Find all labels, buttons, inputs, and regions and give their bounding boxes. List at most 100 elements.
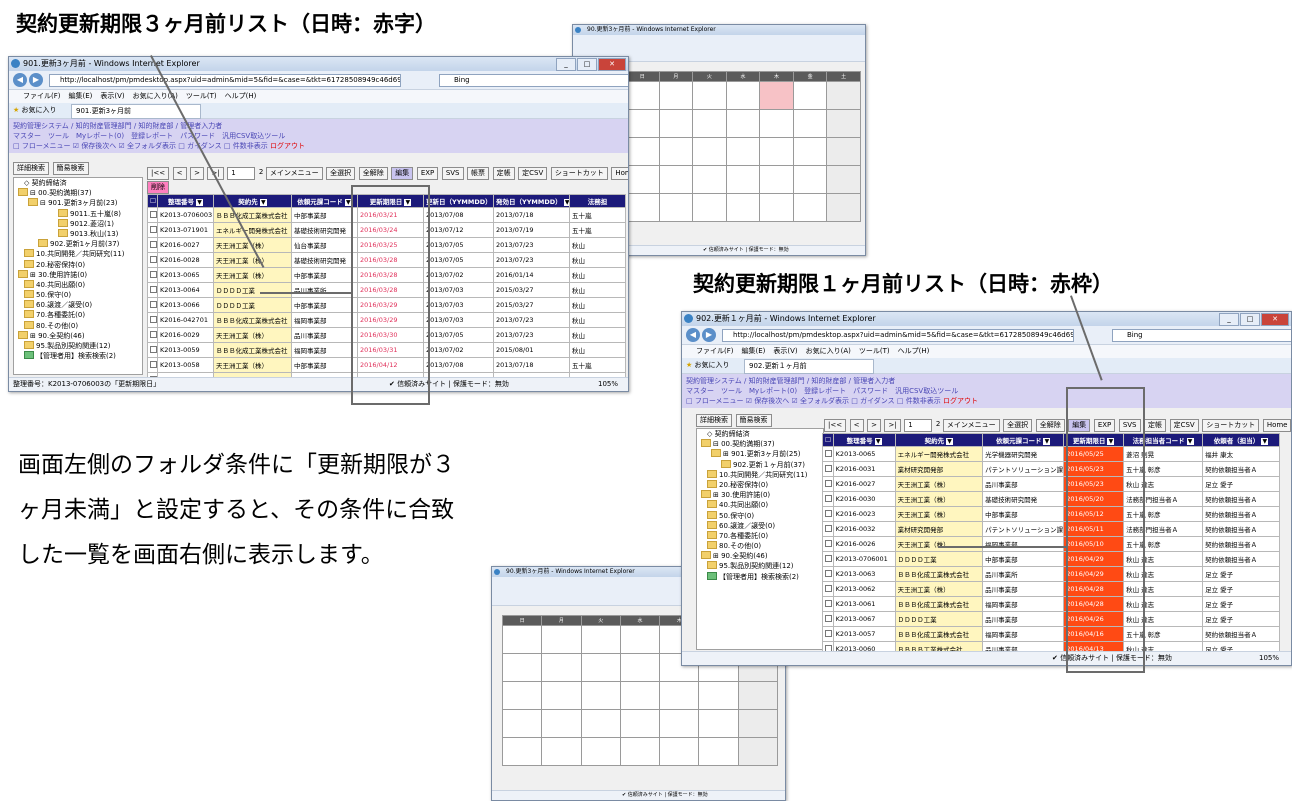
back-icon[interactable]: ◀ [13,73,27,87]
search-field[interactable]: Bing [439,74,628,87]
table-row[interactable]: K2013-0067 ＤＤＤＤ工業 品川事業部 2016/04/26 秋山 達志 足立 愛… [822,611,1280,627]
edit-button[interactable]: 編集 [391,167,414,180]
column-header[interactable]: 発効日（YYMMDD） ▼ [493,194,570,208]
tree-node[interactable]: 902.更新１ヶ月前(37) [733,461,805,469]
deselect-all-button[interactable]: 全解除 [358,167,388,180]
svs-button[interactable]: SVS [441,167,464,180]
table-row[interactable]: K2013-0061 ＢＢＢ化成工業株式会社 福岡事業部 2016/04/28 秋山 達… [822,596,1280,612]
row-checkbox[interactable] [822,611,834,627]
table-row[interactable]: K2016-0026 天王洲工業（株） 福岡事業部 2016/05/10 五十嵐 彰彦契… [822,536,1280,552]
shortcut-button[interactable]: ショートカット [1202,419,1260,432]
menu-help[interactable]: ヘルプ(H) [225,90,257,103]
detail-search-tab[interactable]: 詳細検索 [696,414,732,427]
back-icon[interactable]: ◀ [686,328,700,342]
page-prev-button[interactable]: < [849,419,864,432]
tree-node[interactable]: 9013.秋山(13) [70,230,118,238]
row-checkbox[interactable] [822,536,834,552]
fixed-csv-button[interactable]: 定CSV [1169,419,1199,432]
menu-tools[interactable]: ツール(T) [859,345,890,358]
tree-node[interactable]: 20.秘密保持(0) [36,261,85,269]
row-checkbox[interactable] [147,252,158,268]
row-checkbox[interactable] [147,207,158,223]
report-button[interactable]: 帳票 [467,167,490,180]
row-checkbox[interactable] [822,566,834,582]
row-checkbox[interactable] [822,596,834,612]
table-row[interactable]: K2016-0032 業材研究開発部 パテントソリューション課 2016/05/11 法… [822,521,1280,537]
calendar-cell-highlight[interactable] [759,81,794,110]
tree-node[interactable]: 10.共同開発／共同研究(11) [36,250,125,258]
tree-node[interactable]: 60.譲渡／譲受(0) [36,301,92,309]
row-checkbox[interactable] [147,342,158,358]
tree-node[interactable]: ⊞ 901.更新3ヶ月前(25) [723,450,801,458]
app-menu-links[interactable]: マスター ツール Myレポート(0) 登録レポート パスワード 汎用CSV取込ツ… [686,386,1287,396]
browser-tab[interactable]: 902.更新１ヶ月前 [744,359,874,374]
page-prev-button[interactable]: < [172,167,187,180]
table-row[interactable]: K2013-0706001 ＤＤＤＤ工業 中部事業部 2016/04/29 秋山 達志契… [822,551,1280,567]
row-checkbox[interactable] [822,626,834,642]
tree-node[interactable]: ⊞ 30.使用許諾(0) [713,491,770,499]
page-last-button[interactable]: >| [884,419,901,432]
row-checkbox[interactable] [147,267,158,283]
tree-node[interactable]: 902.更新1ヶ月前(37) [50,240,119,248]
simple-search-tab[interactable]: 簡易検索 [52,162,89,175]
tree-node[interactable]: ⊞ 30.使用許諾(0) [30,271,87,279]
row-checkbox[interactable] [822,446,834,462]
option-checkboxes[interactable]: □ フローメニュー ☑ 保存後次へ ☑ 全フォルダ表示 □ ガイダンス □ 件数… [13,142,268,150]
tree-node[interactable]: ⊟ 00.契約満期(37) [30,189,92,197]
menu-edit[interactable]: 編集(E) [742,345,766,358]
tree-node[interactable]: 9012.菱沼(1) [70,220,114,228]
detail-search-tab[interactable]: 詳細検索 [13,162,49,175]
row-checkbox[interactable] [822,476,834,492]
tree-node[interactable]: 10.共同開発／共同研究(11) [719,471,808,479]
column-header[interactable]: 依頼者（担当） ▼ [1202,433,1280,447]
row-checkbox[interactable] [147,237,158,253]
column-header[interactable]: 法務担 [569,194,626,208]
exp-button[interactable]: EXP [416,167,439,180]
fixed-csv-button[interactable]: 定CSV [518,167,548,180]
tree-node[interactable]: ⊞ 90.全契約(46) [713,552,768,560]
tree-node[interactable]: 95.製品別契約関連(12) [36,342,111,350]
tree-node[interactable]: ◇ 契約締結済 [14,178,142,188]
row-checkbox[interactable] [822,461,834,477]
select-all-button[interactable]: 全選択 [326,167,356,180]
tree-node[interactable]: 【管理者用】検索検索(2) [719,573,799,581]
row-checkbox[interactable] [822,551,834,567]
favorites-link[interactable]: お気に入り [22,106,57,114]
row-checkbox[interactable] [822,506,834,522]
delete-button[interactable]: 削除 [147,181,169,194]
app-menu-path[interactable]: 契約管理システム / 知的財産管理部門 / 知的財産部 / 管理者入力者 [13,121,624,131]
column-header[interactable]: 依頼元課コード ▼ [291,194,358,208]
zoom-level[interactable]: 105% [598,378,618,391]
menu-edit[interactable]: 編集(E) [69,90,93,103]
menu-tools[interactable]: ツール(T) [186,90,217,103]
tree-node[interactable]: 40.共同出願(0) [36,281,85,289]
table-row[interactable]: K2016-0023 天王洲工業（株） 中部事業部 2016/05/12 五十嵐 彰彦契… [822,506,1280,522]
table-row[interactable]: K2016-0031 業材研究開発部 パテントソリューション課 2016/05/23 五… [822,461,1280,477]
table-row[interactable]: K2013-0057 ＢＢＢ化成工業株式会社 福岡事業部 2016/04/16 五十嵐 … [822,626,1280,642]
app-menu-links[interactable]: マスター ツール Myレポート(0) 登録レポート パスワード 汎用CSV取込ツ… [13,131,624,141]
main-menu-button[interactable]: メインメニュー [942,419,1000,432]
table-row[interactable]: K2013-0063 ＢＢＢ化成工業株式会社 品川事業所 2016/04/29 秋山 達… [822,566,1280,582]
row-checkbox[interactable] [822,521,834,537]
url-field[interactable]: http://localhost/pm/pmdesktop.aspx?uid=a… [49,74,401,87]
row-checkbox[interactable] [822,491,834,507]
menu-file[interactable]: ファイル(F) [23,90,61,103]
close-icon[interactable]: ✕ [598,58,626,71]
page-input[interactable]: 1 [904,419,933,432]
tree-node[interactable]: ⊟ 901.更新3ヶ月前(23) [40,199,118,207]
row-checkbox[interactable] [822,581,834,597]
tree-node[interactable]: 80.その他(0) [36,322,78,330]
tree-node[interactable]: 70.各種委託(0) [36,311,85,319]
table-row[interactable]: K2016-0030 天王洲工業（株） 基礎技術研究開発 2016/05/20 法務部門… [822,491,1280,507]
favorites-link[interactable]: お気に入り [695,361,730,369]
menu-view[interactable]: 表示(V) [100,90,124,103]
logout-link[interactable]: ログアウト [270,142,305,150]
tree-node[interactable]: 95.製品別契約関連(12) [719,562,794,570]
zoom-level[interactable]: 105% [1259,652,1279,665]
select-all-button[interactable]: 全選択 [1003,419,1033,432]
column-header[interactable]: 整理番号 ▼ [832,433,896,447]
maximize-icon[interactable]: □ [1240,313,1260,326]
page-next-button[interactable]: > [867,419,881,432]
shortcut-button[interactable]: ショートカット [550,167,608,180]
home-button[interactable]: Home [611,167,628,180]
